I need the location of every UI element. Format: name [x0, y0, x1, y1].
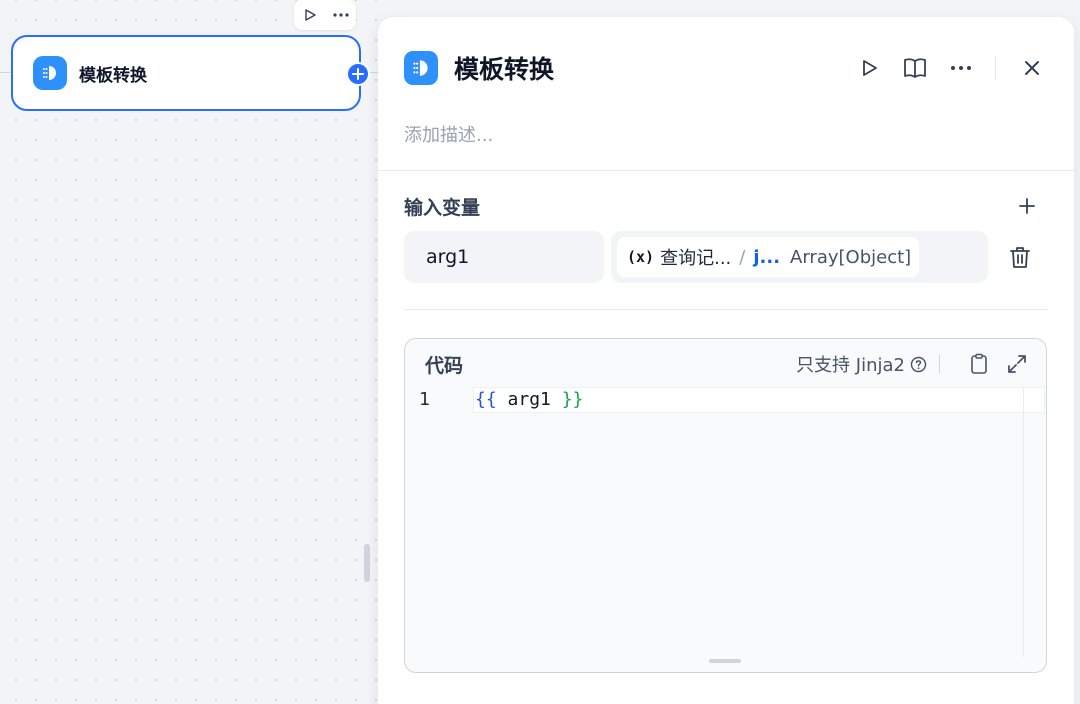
run-node-button[interactable] — [853, 52, 885, 84]
template-transform-icon — [33, 56, 67, 90]
jinja-note-text: 只支持 Jinja2 — [796, 355, 905, 376]
ref-node-name: 查询记... — [660, 248, 732, 269]
panel-header-actions — [839, 47, 1048, 89]
divider — [378, 170, 1074, 171]
panel-resize-handle[interactable] — [364, 544, 370, 582]
code-line-content: {{ arg1 }} — [475, 389, 583, 410]
variable-name-input[interactable]: arg1 — [404, 231, 604, 283]
input-variables-title: 输入变量 — [404, 197, 481, 219]
edge-line-in — [0, 72, 10, 73]
close-braces: }} — [561, 389, 584, 410]
help-circle-icon[interactable] — [909, 355, 927, 373]
node-toolbar — [294, 0, 356, 30]
jinja-support-note: 只支持 Jinja2 — [796, 351, 927, 377]
workflow-node-template-transform[interactable]: 模板转换 — [11, 35, 361, 111]
code-editor[interactable]: 代码 只支持 Jinja2 1 {{ arg1 }} — [404, 338, 1047, 673]
play-icon[interactable] — [300, 5, 320, 25]
expand-icon[interactable] — [1004, 351, 1030, 377]
ref-variable-name: j... — [753, 246, 781, 268]
ref-separator: / — [739, 246, 746, 268]
code-label: 代码 — [425, 354, 464, 377]
description-input[interactable]: 添加描述... — [404, 121, 493, 147]
book-icon[interactable] — [899, 52, 931, 84]
variable-reference-chip[interactable]: (x) 查询记... / j... Array[Object] — [617, 237, 919, 277]
add-variable-icon[interactable] — [1014, 193, 1040, 219]
open-braces: {{ — [475, 389, 497, 410]
line-number: 1 — [419, 389, 430, 410]
variable-icon: (x) — [627, 248, 655, 266]
node-config-panel: 模板转换 添加描述... 输入变量 arg1 (x) 查询记... / j...… — [378, 17, 1074, 704]
editor-resize-grip[interactable] — [709, 659, 741, 663]
node-title: 模板转换 — [79, 65, 147, 86]
more-icon[interactable] — [945, 52, 977, 84]
add-next-node-icon[interactable] — [346, 62, 370, 86]
panel-header: 模板转换 — [404, 47, 1048, 89]
more-icon[interactable] — [331, 5, 351, 25]
editor-scroll-track[interactable] — [1023, 387, 1024, 657]
template-transform-icon — [404, 51, 438, 85]
ref-variable-type: Array[Object] — [790, 246, 912, 268]
code-editor-actions: 只支持 Jinja2 — [796, 339, 1030, 389]
close-icon[interactable] — [1016, 52, 1048, 84]
divider — [404, 309, 1048, 310]
panel-title[interactable]: 模板转换 — [454, 50, 554, 86]
code-editor-header: 代码 只支持 Jinja2 — [405, 339, 1046, 389]
clipboard-icon[interactable] — [966, 351, 992, 377]
code-line[interactable]: 1 {{ arg1 }} — [405, 387, 1045, 413]
delete-variable-icon[interactable] — [1006, 243, 1034, 271]
code-header-divider — [939, 355, 940, 373]
header-divider — [995, 56, 996, 80]
code-variable: arg1 — [496, 389, 562, 410]
variable-reference-picker[interactable]: (x) 查询记... / j... Array[Object] — [611, 231, 988, 283]
